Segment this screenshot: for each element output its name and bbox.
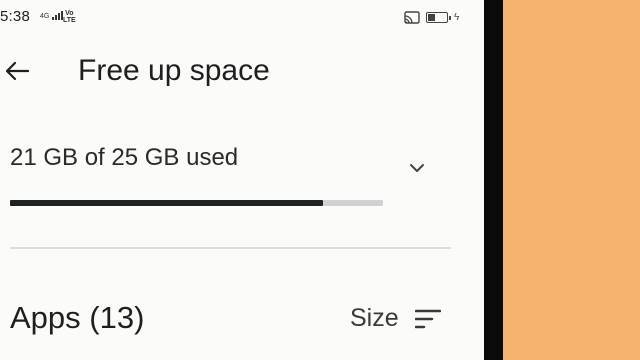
sort-label: Size bbox=[350, 304, 399, 332]
storage-summary: 21 GB of 25 GB used bbox=[10, 144, 239, 171]
volte-line1: Vo bbox=[65, 10, 74, 17]
volte-icon: Vo LTE bbox=[63, 10, 76, 24]
charging-icon: ϟ bbox=[454, 12, 460, 23]
volte-line2: LTE bbox=[63, 17, 76, 24]
page-title: Free up space bbox=[78, 54, 270, 87]
expand-storage-button[interactable] bbox=[402, 156, 432, 180]
sort-icon bbox=[414, 309, 441, 328]
back-button[interactable] bbox=[2, 56, 32, 86]
chevron-down-icon bbox=[410, 164, 424, 172]
battery-icon bbox=[426, 12, 451, 23]
sort-by-size-button[interactable]: Size bbox=[350, 304, 441, 333]
cellular-signal-icon: 4G bbox=[40, 11, 64, 20]
phone-screen: 5:38 4G Vo LTE ϟ Free up space 21 GB of … bbox=[0, 0, 484, 360]
signal-bars-icon bbox=[52, 11, 64, 20]
cast-icon bbox=[404, 11, 420, 24]
battery-level bbox=[428, 14, 435, 21]
orange-background-panel bbox=[503, 0, 640, 360]
apps-section-title: Apps (13) bbox=[10, 300, 145, 335]
section-divider bbox=[10, 247, 451, 249]
black-border bbox=[484, 0, 503, 360]
arrow-back-icon bbox=[5, 61, 30, 81]
network-type-label: 4G bbox=[40, 13, 50, 20]
storage-progress-bar bbox=[10, 200, 383, 206]
status-icons-right: ϟ bbox=[404, 11, 459, 24]
storage-progress-fill bbox=[10, 200, 324, 206]
status-time: 5:38 bbox=[0, 8, 30, 25]
